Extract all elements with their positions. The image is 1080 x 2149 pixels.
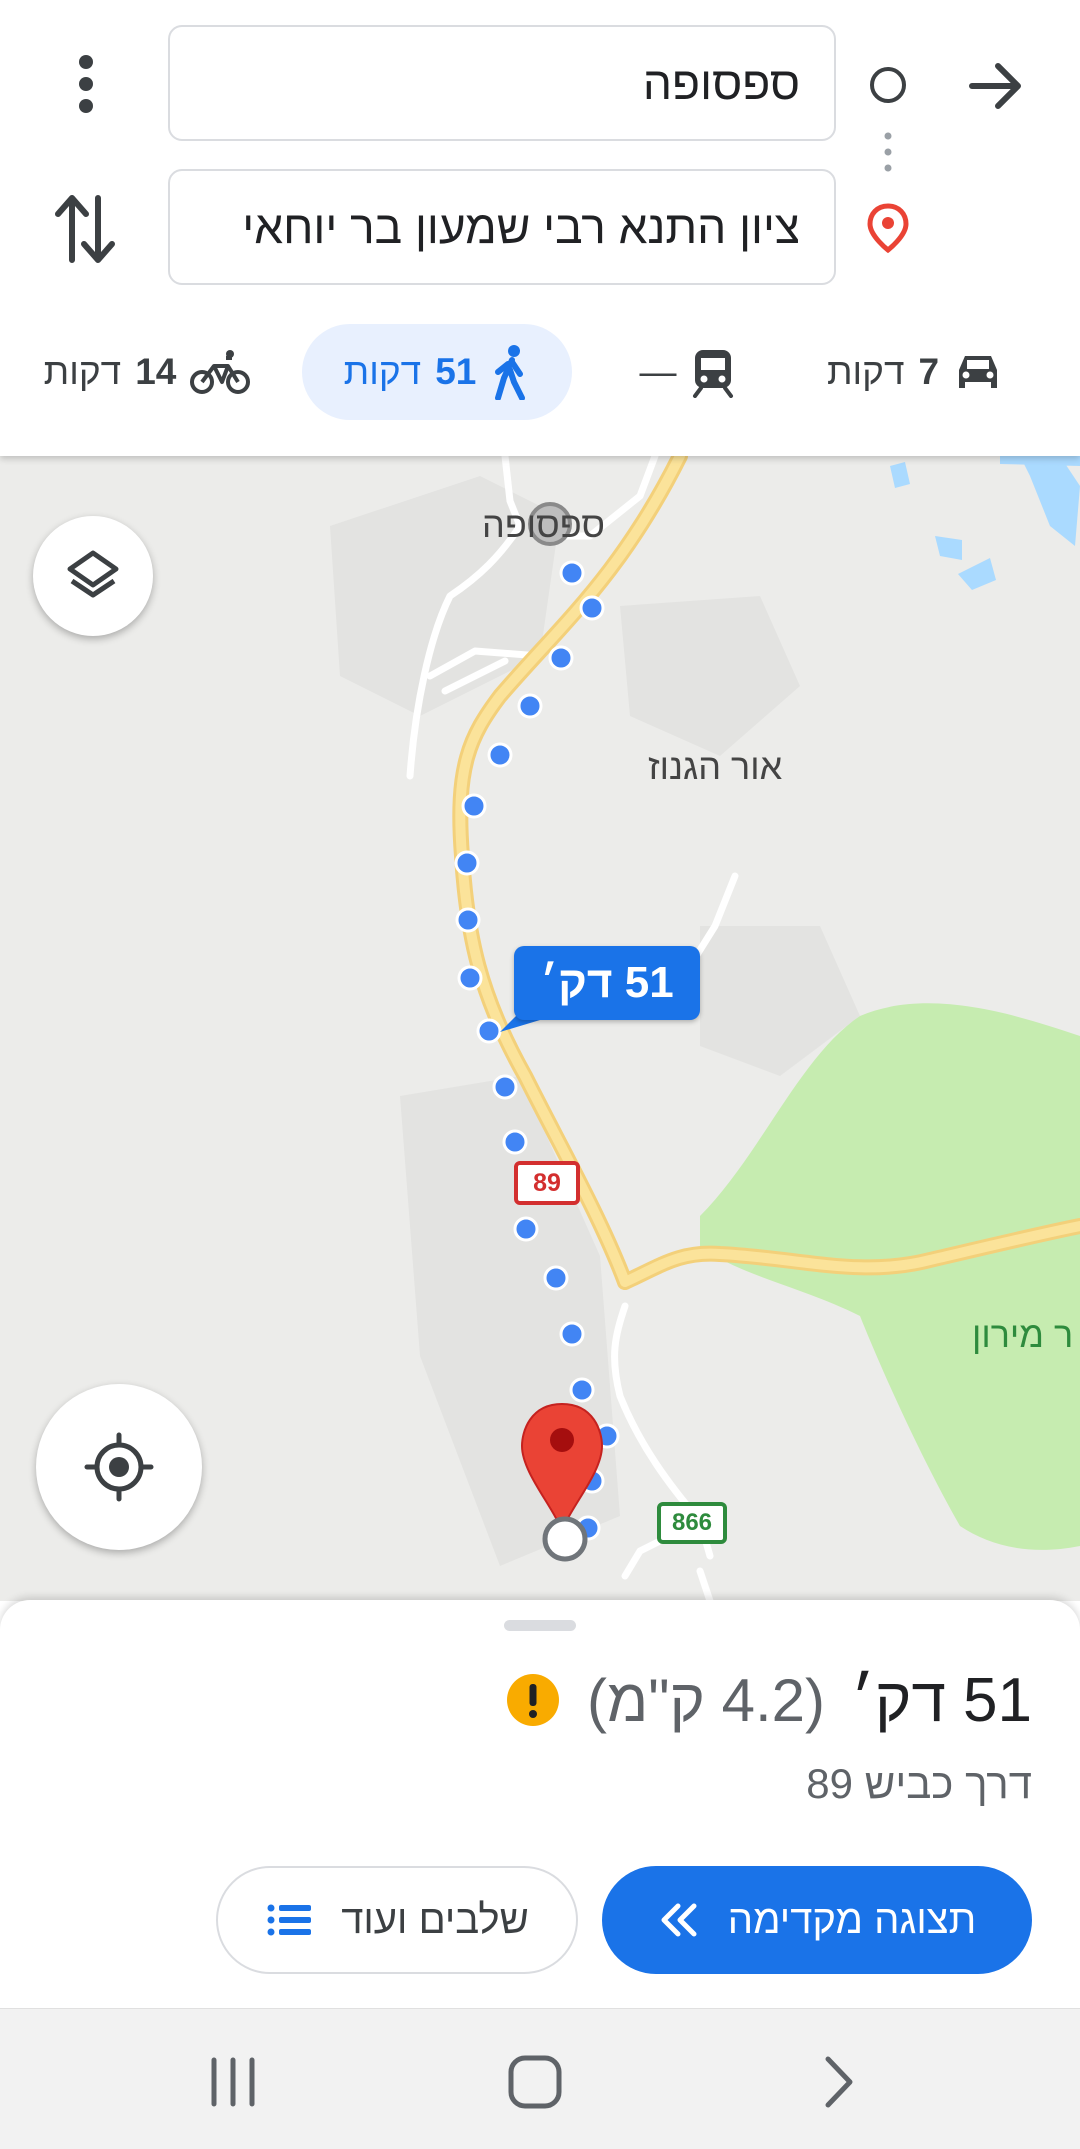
- route-summary-sheet[interactable]: 51 דק׳ (4.2 ק"מ) דרך כביש 89 תצוגה מקדימ…: [0, 1600, 1080, 2008]
- back-nav-button[interactable]: [816, 2053, 862, 2111]
- road-shield-866: 866: [657, 1502, 727, 1544]
- double-chevron-left-icon: [661, 1903, 697, 1937]
- arrow-icon: [969, 63, 1021, 109]
- more-vert-icon: [79, 55, 93, 113]
- walk-icon: [495, 345, 526, 400]
- warning-icon: [505, 1672, 561, 1728]
- list-icon: [267, 1904, 312, 1936]
- swap-vertical-icon: [55, 195, 115, 263]
- map-view[interactable]: ספסופה אור הגנוז ר מירון 89 866 51 דק׳: [0, 456, 1080, 1601]
- back-button[interactable]: [964, 54, 1028, 118]
- destination-field[interactable]: ציון התנא רבי שמעון בר יוחאי: [168, 169, 836, 285]
- directions-header: ספסופה ציון התנא רבי שמעון בר יוחאי 14 ד…: [0, 0, 1080, 456]
- walk-duration-value: 51: [435, 351, 477, 392]
- recent-apps-icon: [211, 2057, 255, 2107]
- mode-tab-car[interactable]: 7 דקות: [810, 324, 1020, 420]
- destination-pin-icon: [866, 202, 910, 254]
- bike-duration-value: 14: [135, 351, 177, 392]
- back-chevron-icon: [825, 2056, 853, 2108]
- preview-button[interactable]: תצוגה מקדימה: [602, 1866, 1032, 1974]
- route-eta-callout[interactable]: 51 דק׳: [514, 946, 700, 1020]
- system-nav-bar: [0, 2008, 1080, 2149]
- recent-apps-button[interactable]: [200, 2054, 266, 2110]
- car-duration-value: 7: [918, 351, 940, 392]
- train-icon: [692, 350, 733, 398]
- car-icon: [959, 356, 998, 388]
- bike-duration-unit: דקות: [43, 351, 122, 392]
- route-connector-dots: [882, 130, 894, 180]
- mode-tab-transit[interactable]: —: [612, 324, 762, 420]
- home-icon: [508, 2055, 562, 2109]
- my-location-button[interactable]: [36, 1384, 202, 1550]
- map-label-neighborhood: אור הגנוז: [648, 746, 783, 787]
- transit-duration-value: —: [639, 351, 677, 392]
- steps-button[interactable]: שלבים ועוד: [216, 1866, 578, 1974]
- origin-marker-icon: [869, 66, 907, 104]
- layers-button[interactable]: [33, 516, 153, 636]
- steps-label: שלבים ועוד: [341, 1897, 529, 1942]
- park-area: [700, 1003, 1080, 1550]
- origin-field[interactable]: ספסופה: [168, 25, 836, 141]
- home-button[interactable]: [506, 2053, 564, 2111]
- route-via: דרך כביש 89: [806, 1760, 1032, 1807]
- walk-duration-unit: דקות: [343, 351, 422, 392]
- mode-tab-bike[interactable]: 14 דקות: [22, 324, 272, 420]
- route-distance: (4.2 ק"מ): [587, 1666, 826, 1734]
- road-shield-89: 89: [514, 1161, 580, 1205]
- drag-handle[interactable]: [504, 1620, 576, 1631]
- mode-tab-walk[interactable]: 51 דקות: [302, 324, 572, 420]
- my-location-icon: [84, 1432, 154, 1502]
- swap-button[interactable]: [52, 190, 120, 268]
- car-duration-unit: דקות: [826, 351, 905, 392]
- map-label-park: ר מירון: [972, 1314, 1074, 1355]
- more-options-button[interactable]: [56, 48, 116, 120]
- preview-label: תצוגה מקדימה: [727, 1897, 977, 1942]
- route-summary-line: 51 דק׳ (4.2 ק"מ): [505, 1660, 1032, 1740]
- layers-icon: [67, 550, 119, 598]
- bike-icon: [190, 350, 251, 394]
- route-duration: 51 דק׳: [851, 1665, 1032, 1735]
- map-label-origin-town: ספסופה: [482, 504, 605, 545]
